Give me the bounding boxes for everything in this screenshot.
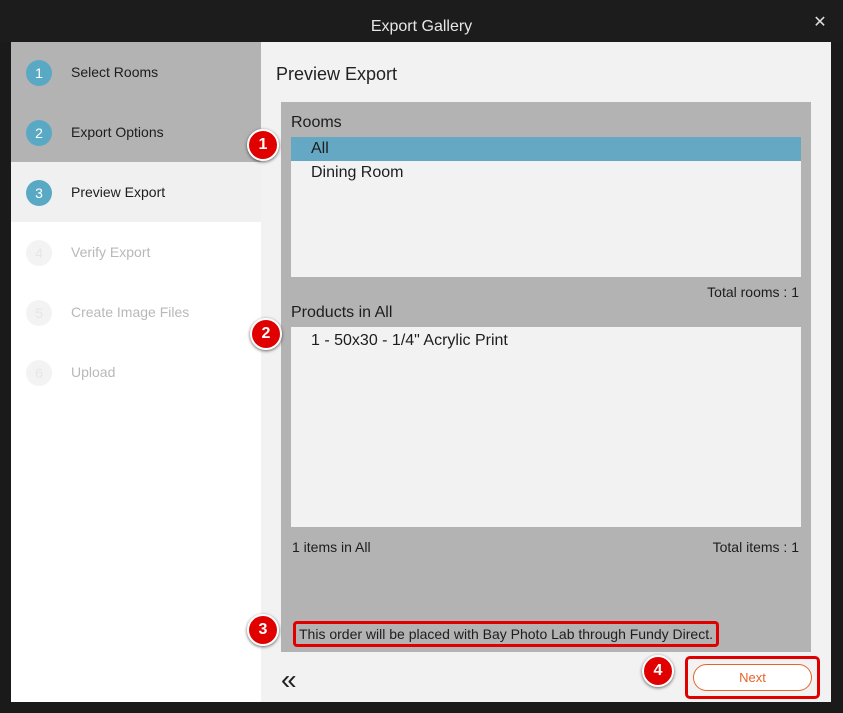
- room-item-all[interactable]: All: [291, 137, 801, 161]
- step-label: Select Rooms: [71, 64, 159, 80]
- step-label: Export Options: [71, 124, 164, 140]
- step-label: Verify Export: [71, 244, 151, 260]
- step-number-badge: 4: [26, 240, 52, 266]
- title-bar: Export Gallery ✕: [0, 0, 843, 42]
- items-count: 1 items in All: [292, 539, 371, 555]
- double-chevron-left-icon[interactable]: «: [281, 666, 297, 694]
- step-number-badge: 5: [26, 300, 52, 326]
- room-item-dining-room[interactable]: Dining Room: [291, 161, 801, 185]
- callout-4: 4: [642, 655, 674, 687]
- total-items: Total items : 1: [712, 539, 799, 555]
- step-select-rooms[interactable]: 1 Select Rooms: [11, 42, 261, 102]
- step-create-image-files: 5 Create Image Files: [11, 282, 261, 342]
- next-highlight: Next: [685, 656, 820, 699]
- step-number-badge: 3: [26, 180, 52, 206]
- preview-panel: Rooms All Dining Room Total rooms : 1 Pr…: [281, 102, 811, 652]
- rooms-label: Rooms: [291, 114, 342, 131]
- step-label: Create Image Files: [71, 304, 190, 320]
- step-number-badge: 1: [26, 60, 52, 86]
- callout-1: 1: [247, 129, 279, 161]
- page-title: Preview Export: [276, 64, 398, 84]
- window-title: Export Gallery: [370, 18, 473, 35]
- lab-notice: This order will be placed with Bay Photo…: [293, 621, 719, 647]
- total-rooms: Total rooms : 1: [707, 284, 799, 300]
- product-item[interactable]: 1 - 50x30 - 1/4" Acrylic Print: [291, 329, 801, 353]
- step-label: Preview Export: [71, 184, 166, 200]
- step-preview-export[interactable]: 3 Preview Export: [11, 162, 261, 222]
- products-list[interactable]: 1 - 50x30 - 1/4" Acrylic Print: [291, 327, 801, 527]
- step-upload: 6 Upload: [11, 342, 261, 402]
- callout-2: 2: [250, 318, 282, 350]
- dialog-body: 1 Select Rooms 2 Export Options 3 Previe…: [11, 42, 831, 702]
- wizard-steps-sidebar: 1 Select Rooms 2 Export Options 3 Previe…: [11, 42, 261, 702]
- step-number-badge: 2: [26, 120, 52, 146]
- step-number-badge: 6: [26, 360, 52, 386]
- main-content: Preview Export Rooms All Dining Room Tot…: [261, 42, 831, 702]
- products-label: Products in All: [291, 304, 393, 321]
- rooms-list[interactable]: All Dining Room: [291, 137, 801, 277]
- export-gallery-window: Export Gallery ✕ 1 Select Rooms 2 Export…: [0, 0, 843, 713]
- step-label: Upload: [71, 364, 116, 380]
- step-verify-export: 4 Verify Export: [11, 222, 261, 282]
- close-icon[interactable]: ✕: [813, 15, 827, 31]
- next-button[interactable]: Next: [693, 664, 812, 691]
- callout-3: 3: [247, 614, 279, 646]
- step-export-options[interactable]: 2 Export Options: [11, 102, 261, 162]
